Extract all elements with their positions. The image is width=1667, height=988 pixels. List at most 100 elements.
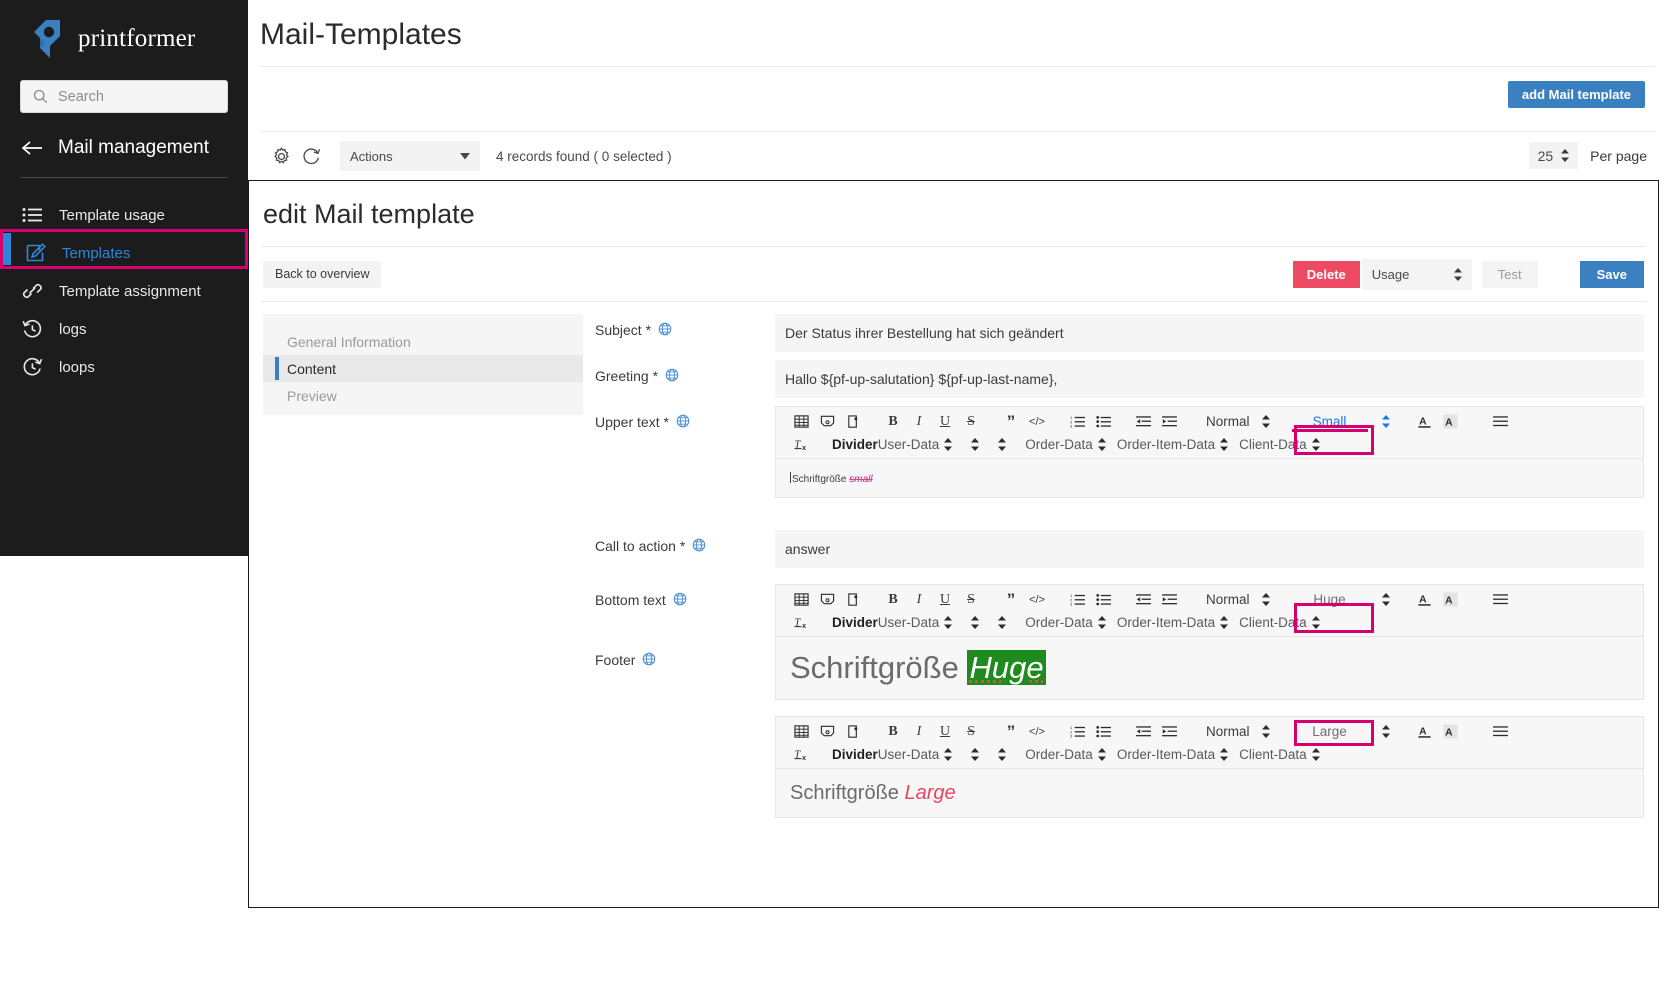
stepper-icon[interactable] — [1098, 438, 1106, 451]
globe-icon[interactable] — [658, 322, 672, 336]
stepper-icon[interactable] — [1220, 616, 1228, 629]
stepper-icon[interactable] — [971, 748, 979, 761]
sidebar-item-loops[interactable]: loops — [0, 348, 248, 386]
underline-icon[interactable]: U — [932, 411, 958, 432]
step-general-information[interactable]: General Information — [263, 328, 583, 355]
divider-tag[interactable]: Divider — [832, 615, 878, 630]
bold-icon[interactable]: B — [880, 589, 906, 610]
ordered-list-icon[interactable]: 123 — [1064, 411, 1090, 432]
stepper-icon[interactable] — [944, 748, 952, 761]
globe-icon[interactable] — [673, 592, 687, 606]
blockquote-icon[interactable]: ” — [998, 721, 1024, 742]
ordered-list-icon[interactable]: 123 — [1064, 589, 1090, 610]
stepper-icon[interactable] — [971, 438, 979, 451]
page-break-icon[interactable] — [840, 411, 866, 432]
user-data-tag[interactable]: User-Data — [878, 615, 940, 630]
indent-icon[interactable] — [1156, 721, 1182, 742]
background-color-icon[interactable]: A — [1438, 411, 1464, 432]
stepper-icon[interactable] — [1382, 725, 1390, 738]
globe-icon[interactable] — [676, 414, 690, 428]
stepper-icon[interactable] — [1382, 593, 1390, 606]
align-icon[interactable] — [1488, 721, 1514, 742]
stepper-icon[interactable] — [1098, 616, 1106, 629]
clear-format-icon[interactable]: Tx — [788, 434, 814, 455]
align-icon[interactable] — [1488, 589, 1514, 610]
table-icon[interactable] — [788, 589, 814, 610]
image-icon[interactable] — [814, 411, 840, 432]
greeting-input[interactable]: Hallo ${pf-up-salutation} ${pf-up-last-n… — [775, 360, 1644, 398]
stepper-icon[interactable] — [971, 616, 979, 629]
step-content[interactable]: Content — [263, 355, 583, 382]
client-data-tag[interactable]: Client-Data — [1239, 437, 1307, 452]
strikethrough-icon[interactable]: S — [958, 589, 984, 610]
upper-text-content[interactable]: Schriftgröße small — [776, 459, 1643, 497]
ordered-list-icon[interactable]: 123 — [1064, 721, 1090, 742]
user-data-tag[interactable]: User-Data — [878, 747, 940, 762]
page-break-icon[interactable] — [840, 721, 866, 742]
font-size-select-upper[interactable]: Small — [1292, 414, 1368, 429]
client-data-tag[interactable]: Client-Data — [1239, 747, 1307, 762]
table-icon[interactable] — [788, 411, 814, 432]
clear-format-icon[interactable]: Tx — [788, 744, 814, 765]
bold-icon[interactable]: B — [880, 411, 906, 432]
bullet-list-icon[interactable] — [1090, 589, 1116, 610]
client-data-tag[interactable]: Client-Data — [1239, 615, 1307, 630]
divider-tag[interactable]: Divider — [832, 437, 878, 452]
font-color-icon[interactable]: A — [1412, 721, 1438, 742]
background-color-icon[interactable]: A — [1438, 721, 1464, 742]
stepper-icon[interactable] — [1382, 415, 1390, 428]
font-color-icon[interactable]: A — [1412, 589, 1438, 610]
bullet-list-icon[interactable] — [1090, 411, 1116, 432]
font-size-select-bottom[interactable]: Huge — [1292, 592, 1368, 607]
mail-management-back[interactable]: Mail management — [0, 113, 248, 159]
sidebar-item-logs[interactable]: logs — [0, 310, 248, 348]
stepper-icon[interactable] — [1220, 438, 1228, 451]
refresh-icon[interactable] — [296, 141, 326, 171]
user-data-tag[interactable]: User-Data — [878, 437, 940, 452]
order-item-data-tag[interactable]: Order-Item-Data — [1117, 437, 1215, 452]
font-color-icon[interactable]: A — [1412, 411, 1438, 432]
outdent-icon[interactable] — [1130, 589, 1156, 610]
sidebar-item-templates[interactable]: Templates — [0, 234, 248, 272]
stepper-icon[interactable] — [998, 438, 1006, 451]
code-icon[interactable]: </> — [1024, 589, 1050, 610]
globe-icon[interactable] — [642, 652, 656, 666]
step-preview[interactable]: Preview — [263, 382, 583, 409]
underline-icon[interactable]: U — [932, 589, 958, 610]
image-icon[interactable] — [814, 589, 840, 610]
blockquote-icon[interactable]: ” — [998, 411, 1024, 432]
background-color-icon[interactable]: A — [1438, 589, 1464, 610]
order-item-data-tag[interactable]: Order-Item-Data — [1117, 615, 1215, 630]
stepper-icon[interactable] — [944, 438, 952, 451]
order-item-data-tag[interactable]: Order-Item-Data — [1117, 747, 1215, 762]
gear-icon[interactable] — [266, 141, 296, 171]
add-mail-template-button[interactable]: add Mail template — [1508, 81, 1645, 108]
sidebar-item-template-usage[interactable]: Template usage — [0, 196, 248, 234]
format-select[interactable]: Normal — [1206, 592, 1270, 607]
align-icon[interactable] — [1488, 411, 1514, 432]
stepper-icon[interactable] — [1312, 616, 1320, 629]
stepper-icon[interactable] — [944, 616, 952, 629]
table-icon[interactable] — [788, 721, 814, 742]
bold-icon[interactable]: B — [880, 721, 906, 742]
subject-input[interactable]: Der Status ihrer Bestellung hat sich geä… — [775, 314, 1644, 352]
stepper-icon[interactable] — [1098, 748, 1106, 761]
search-input[interactable]: Search — [20, 80, 228, 113]
strikethrough-icon[interactable]: S — [958, 721, 984, 742]
underline-icon[interactable]: U — [932, 721, 958, 742]
call-to-action-input[interactable]: answer — [775, 530, 1644, 568]
image-icon[interactable] — [814, 721, 840, 742]
divider-tag[interactable]: Divider — [832, 747, 878, 762]
clear-format-icon[interactable]: Tx — [788, 612, 814, 633]
italic-icon[interactable]: I — [906, 721, 932, 742]
test-button[interactable]: Test — [1482, 261, 1538, 288]
delete-button[interactable]: Delete — [1293, 261, 1360, 288]
globe-icon[interactable] — [692, 538, 706, 552]
bullet-list-icon[interactable] — [1090, 721, 1116, 742]
bottom-text-content[interactable]: Schriftgröße Huge — [776, 637, 1643, 699]
back-to-overview-button[interactable]: Back to overview — [263, 261, 381, 288]
usage-select[interactable]: Usage — [1362, 259, 1472, 290]
stepper-icon[interactable] — [1220, 748, 1228, 761]
page-break-icon[interactable] — [840, 589, 866, 610]
save-button[interactable]: Save — [1580, 261, 1644, 288]
